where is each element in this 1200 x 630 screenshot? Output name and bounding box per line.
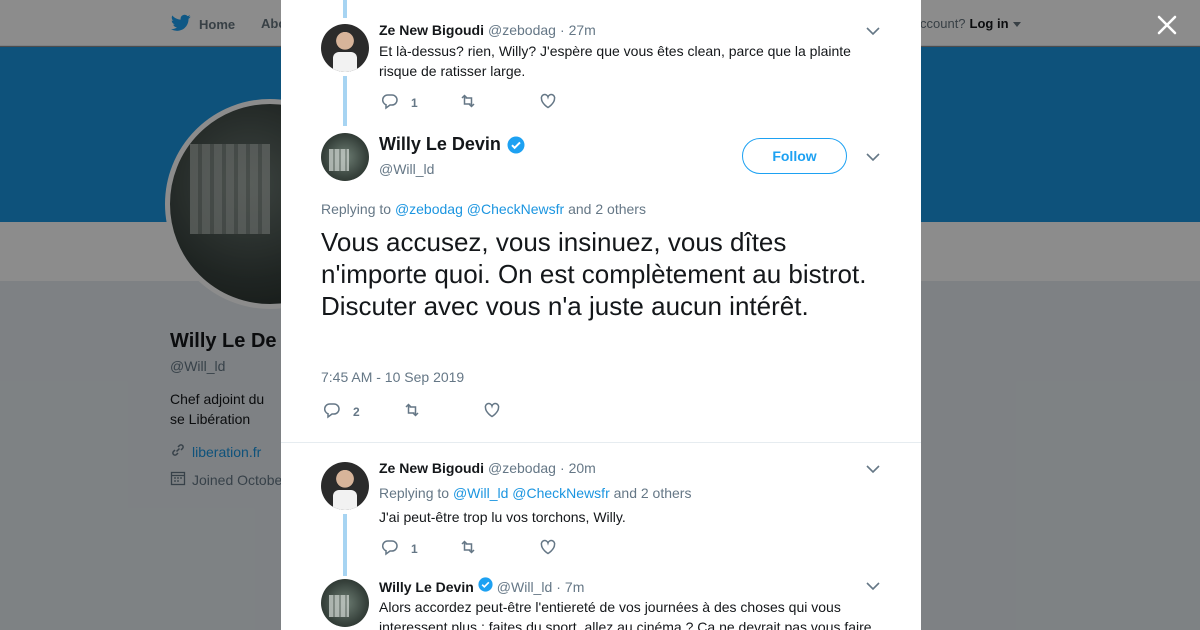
verified-badge-icon xyxy=(507,136,525,154)
chevron-down-icon[interactable] xyxy=(866,464,880,474)
main-tweet-actions: 2 xyxy=(323,401,501,422)
reply-button[interactable]: 1 xyxy=(381,92,459,113)
replying-prefix: Replying to xyxy=(321,201,392,217)
like-button[interactable] xyxy=(539,92,557,113)
author-handle[interactable]: @zebodag xyxy=(488,22,556,38)
author-name[interactable]: Willy Le Devin xyxy=(379,579,474,595)
thread-line xyxy=(343,0,347,18)
chevron-down-icon[interactable] xyxy=(866,581,880,591)
tweet-text: Et là-dessus? rien, Willy? J'espère que … xyxy=(379,43,851,79)
retweet-button[interactable] xyxy=(403,401,483,422)
tweet-text: Alors accordez peut-être l'entiereté de … xyxy=(379,599,872,630)
avatar[interactable] xyxy=(321,133,369,181)
tweet-actions: 1 xyxy=(381,538,557,559)
reply-count: 1 xyxy=(411,541,418,556)
like-button[interactable] xyxy=(483,401,501,422)
tweet-modal: Ze New Bigoudi @zebodag · 27m Et là-dess… xyxy=(281,0,921,630)
retweet-icon xyxy=(403,401,421,422)
like-icon xyxy=(483,401,501,422)
reply-button[interactable]: 1 xyxy=(381,538,459,559)
reply-icon xyxy=(323,401,341,422)
tweet-actions: 1 xyxy=(381,92,557,113)
like-button[interactable] xyxy=(539,538,557,559)
replying-prefix: Replying to xyxy=(379,485,450,501)
close-icon[interactable] xyxy=(1154,12,1180,38)
thread-line xyxy=(343,514,347,576)
reply-icon xyxy=(381,538,399,559)
chevron-down-icon[interactable] xyxy=(866,26,880,36)
main-tweet-text: Vous accusez, vous insinuez, vous dîtes … xyxy=(321,227,867,321)
like-icon xyxy=(539,92,557,113)
replying-suffix[interactable]: and 2 others xyxy=(614,485,692,501)
divider xyxy=(281,442,921,443)
main-author-handle[interactable]: @Will_ld xyxy=(379,161,434,177)
main-tweet-timestamp[interactable]: 7:45 AM - 10 Sep 2019 xyxy=(321,369,464,385)
retweet-button[interactable] xyxy=(459,92,539,113)
reply-count: 1 xyxy=(411,95,418,110)
author-name[interactable]: Ze New Bigoudi xyxy=(379,460,484,476)
replying-suffix[interactable]: and 2 others xyxy=(568,201,646,217)
author-handle[interactable]: @zebodag xyxy=(488,460,556,476)
thread-line xyxy=(343,76,347,126)
avatar[interactable] xyxy=(321,462,369,510)
avatar[interactable] xyxy=(321,579,369,627)
follow-button[interactable]: Follow xyxy=(742,138,847,174)
tweet-time[interactable]: 20m xyxy=(569,460,596,476)
retweet-icon xyxy=(459,92,477,113)
verified-badge-icon xyxy=(478,577,493,592)
avatar[interactable] xyxy=(321,24,369,72)
tweet-header: Willy Le Devin @Will_ld · 7m xyxy=(379,577,584,595)
mention-link[interactable]: @CheckNewsfr xyxy=(467,201,564,217)
separator-dot: · xyxy=(559,460,565,476)
author-handle[interactable]: @Will_ld xyxy=(497,579,552,595)
replying-to: Replying to @zebodag @CheckNewsfr and 2 … xyxy=(321,201,646,217)
main-author-name-text: Willy Le Devin xyxy=(379,134,501,154)
replying-to: Replying to @Will_ld @CheckNewsfr and 2 … xyxy=(379,485,691,501)
reply-icon xyxy=(381,92,399,113)
separator-dot: · xyxy=(556,579,561,595)
like-icon xyxy=(539,538,557,559)
tweet-text: J'ai peut-être trop lu vos torchons, Wil… xyxy=(379,509,626,525)
retweet-icon xyxy=(459,538,477,559)
mention-link[interactable]: @zebodag xyxy=(395,201,463,217)
tweet-header: Ze New Bigoudi @zebodag · 20m xyxy=(379,460,596,476)
tweet-time[interactable]: 7m xyxy=(565,579,584,595)
reply-count: 2 xyxy=(353,404,360,419)
reply-button[interactable]: 2 xyxy=(323,401,403,422)
mention-link[interactable]: @CheckNewsfr xyxy=(512,485,609,501)
tweet-header: Ze New Bigoudi @zebodag · 27m xyxy=(379,22,596,38)
retweet-button[interactable] xyxy=(459,538,539,559)
main-author-name[interactable]: Willy Le Devin xyxy=(379,134,525,155)
chevron-down-icon[interactable] xyxy=(866,152,880,162)
mention-link[interactable]: @Will_ld xyxy=(453,485,508,501)
tweet-time[interactable]: 27m xyxy=(569,22,596,38)
author-name[interactable]: Ze New Bigoudi xyxy=(379,22,484,38)
separator-dot: · xyxy=(559,22,565,38)
